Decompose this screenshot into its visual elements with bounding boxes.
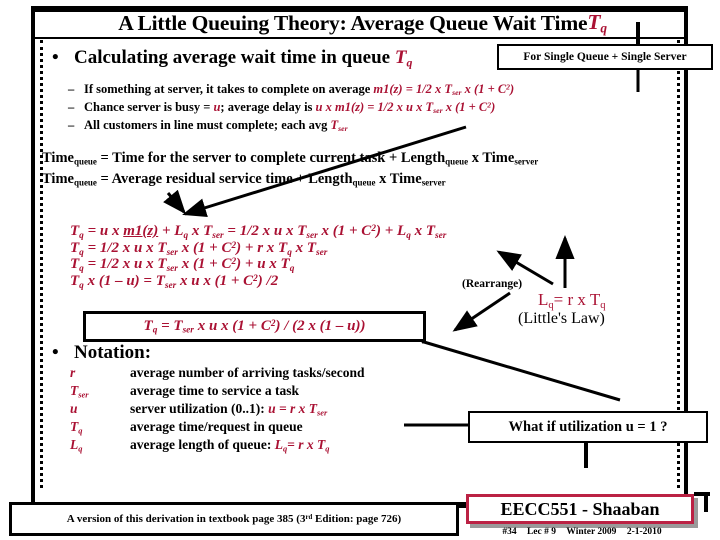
dash-bullet-icon bbox=[68, 82, 84, 97]
notation-description: average length of queue: Lq= r x Tq bbox=[130, 437, 330, 454]
bullet-notation-label: Notation: bbox=[74, 342, 152, 363]
notation-description: average time/request in queue bbox=[130, 419, 303, 434]
bullet-calculating-wait-time: Calculating average wait time in queue T… bbox=[52, 47, 412, 70]
sub-bullet-text-a: Chance server is busy = bbox=[84, 100, 214, 114]
slide-title-text: A Little Queuing Theory: Average Queue W… bbox=[118, 10, 588, 35]
dash-bullet-icon bbox=[68, 118, 84, 133]
derivation-row: Tq = u x m1(z) + Lq x Tser = 1/2 x u x T… bbox=[70, 223, 447, 241]
sub-bullet-text-b: ; average delay is bbox=[220, 100, 316, 114]
notation-symbol: Lq bbox=[70, 437, 83, 454]
sub-bullet-text: If something at server, it takes to comp… bbox=[84, 82, 374, 96]
time-queue-equation-1: Timequeue = Time for the server to compl… bbox=[42, 150, 539, 167]
footer-term: Winter 2009 bbox=[566, 527, 617, 537]
lecture-slide: A Little Queuing Theory: Average Queue W… bbox=[0, 0, 720, 540]
derivation-row: Tq = 1/2 x u x Tser x (1 + C2) + u x Tq bbox=[70, 256, 295, 274]
bullet-dot-icon bbox=[52, 342, 74, 364]
signature-box: EECC551 - Shaaban bbox=[466, 494, 694, 524]
boxed-final-formula: Tq = Tser x u x (1 + C2) / (2 x (1 – u)) bbox=[83, 311, 426, 342]
bullet-dot-icon bbox=[52, 47, 74, 69]
notation-row: r average number of arriving tasks/second bbox=[70, 364, 365, 382]
derivation-row: Tq x (1 – u) = Tser x u x (1 + C2) /2 bbox=[70, 272, 279, 291]
footer-lecture-number: Lec # 9 bbox=[526, 527, 556, 537]
sub-bullet-formula: m1(z) = 1/2 x Tser x (1 + C2) bbox=[373, 82, 515, 98]
footnote-textbook-reference: A version of this derivation in textbook… bbox=[9, 502, 459, 536]
sub-bullet-symbol-tser: Tser bbox=[330, 118, 348, 134]
notation-symbol: r bbox=[70, 365, 76, 380]
derivation-row: Tq = 1/2 x u x Tser x (1 + C2) + r x Tq … bbox=[70, 239, 328, 258]
sub-bullet-formula: u x m1(z) = 1/2 x u x Tser x (1 + C2) bbox=[315, 100, 496, 116]
notation-symbol: u bbox=[70, 401, 78, 416]
notation-list: r average number of arriving tasks/second… bbox=[70, 364, 365, 454]
derivation-equation-block: Tq = u x m1(z) + Lq x Tser = 1/2 x u x T… bbox=[70, 221, 447, 291]
littles-law-label: (Little's Law) bbox=[518, 310, 605, 327]
slide-title: A Little Queuing Theory: Average Queue W… bbox=[40, 8, 685, 38]
notation-row: u server utilization (0..1): u = r x Tser bbox=[70, 400, 365, 418]
sub-bullet-chance-busy: Chance server is busy = u; average delay… bbox=[68, 100, 495, 115]
callout-utilization-question: What if utilization u = 1 ? bbox=[468, 411, 708, 443]
notation-row: Lq average length of queue: Lq= r x Tq bbox=[70, 436, 365, 454]
footer-slide-number: #34 bbox=[502, 527, 517, 537]
sub-bullet-text: All customers in line must complete; eac… bbox=[84, 118, 331, 132]
bullet-calculating-label: Calculating average wait time in queue bbox=[74, 47, 391, 68]
bullet-notation: Notation: bbox=[52, 342, 151, 364]
callout-single-queue-single-server: For Single Queue + Single Server bbox=[497, 44, 713, 70]
sub-bullet-all-customers: All customers in line must complete; eac… bbox=[68, 118, 348, 133]
slide-title-symbol: Tq bbox=[587, 9, 607, 36]
bullet-calculating-symbol: Tq bbox=[394, 47, 413, 70]
footer-date: 2-1-2010 bbox=[626, 527, 662, 537]
footer-meta: #34 Lec # 9 Winter 2009 2-1-2010 bbox=[466, 527, 698, 537]
notation-description: average number of arriving tasks/second bbox=[130, 365, 365, 380]
notation-row: Tser average time to service a task bbox=[70, 382, 365, 400]
time-queue-equation-2: Timequeue = Average residual service tim… bbox=[42, 171, 446, 188]
sub-bullet-server-complete: If something at server, it takes to comp… bbox=[68, 82, 514, 97]
littles-law-equation: Lq= r x Tq bbox=[538, 290, 606, 311]
rearrange-annotation: (Rearrange) bbox=[462, 278, 523, 290]
dash-bullet-icon bbox=[68, 100, 84, 115]
notation-description: average time to service a task bbox=[130, 383, 300, 398]
